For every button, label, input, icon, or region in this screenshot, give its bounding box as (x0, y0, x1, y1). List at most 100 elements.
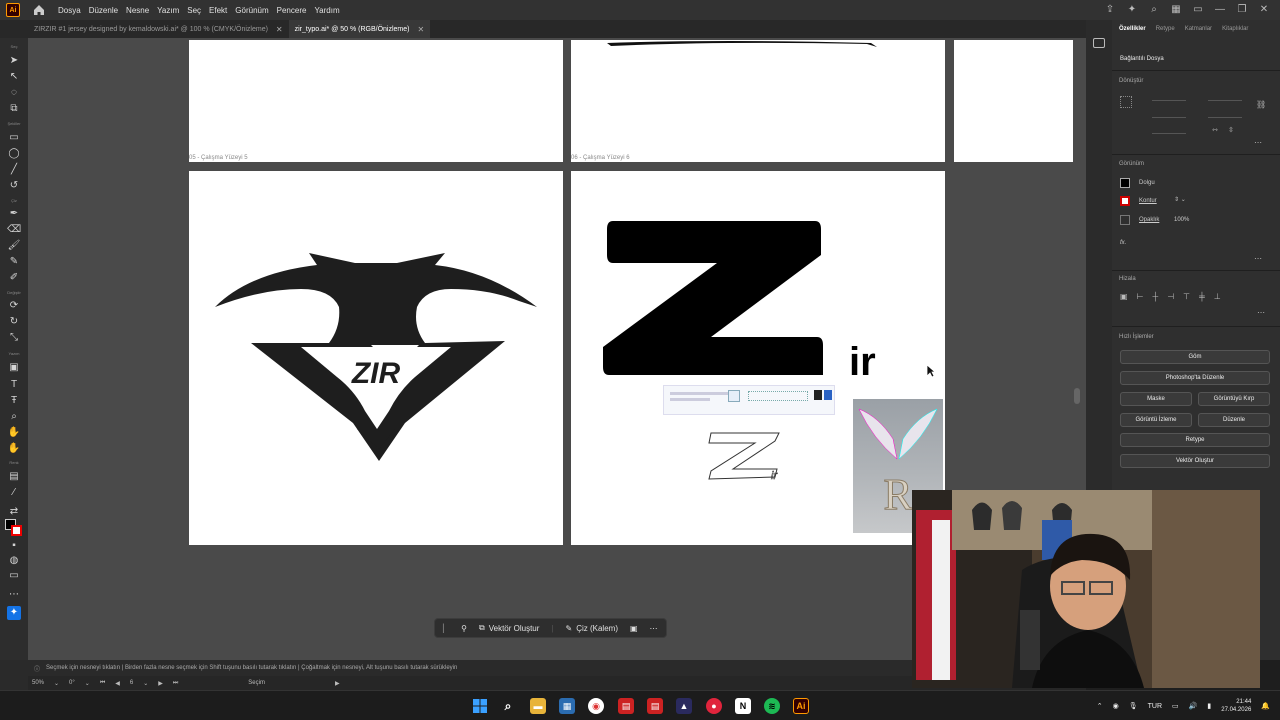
home-icon[interactable] (32, 3, 46, 17)
minimize-icon[interactable]: — (1214, 4, 1226, 16)
draw-pen-context-button[interactable]: ✎ Çiz (Kalem) (566, 624, 618, 633)
notification-icon[interactable]: 🔔 (1261, 702, 1270, 710)
illustrator-logo[interactable]: Ai (6, 3, 20, 17)
next-artboard-icon[interactable]: ▶ (158, 680, 163, 687)
tab-close-icon[interactable]: ✕ (276, 25, 283, 34)
taskbar-search-icon[interactable]: ⌕ (500, 698, 516, 714)
volume-icon[interactable]: 🔊 (1189, 702, 1198, 710)
windows-start-icon[interactable] (472, 698, 488, 714)
tab-retype[interactable]: Retype (1156, 26, 1175, 32)
align-middle-icon[interactable]: ╪ (1199, 292, 1205, 301)
menu-effect[interactable]: Efekt (209, 6, 227, 15)
tab-libraries[interactable]: Kitaplıklar (1222, 26, 1248, 32)
artboard-6-top[interactable] (571, 40, 945, 162)
retype-button[interactable]: Retype (1120, 433, 1270, 447)
file-explorer-icon[interactable]: ▬ (530, 698, 546, 714)
status-arrow-icon[interactable]: ▶ (335, 680, 340, 687)
menu-select[interactable]: Seç (187, 6, 201, 15)
selection-tool-icon[interactable]: ➤ (7, 55, 21, 67)
align-top-icon[interactable]: ⊤ (1183, 292, 1190, 301)
pen-tool-icon[interactable]: ✒ (7, 208, 21, 220)
app-red-1-icon[interactable]: ▤ (618, 698, 634, 714)
search-icon[interactable]: ⌕ (1148, 4, 1160, 16)
sketch-zir-image[interactable]: ir (705, 427, 805, 487)
swap-colors-icon[interactable]: ⇄ (7, 506, 21, 518)
illustrator-taskbar-icon[interactable]: Ai (793, 698, 809, 714)
pin-icon[interactable]: ⚲ (461, 624, 467, 633)
scale-tool-icon[interactable]: ⤡ (7, 332, 21, 344)
vectorize-context-button[interactable]: ⧉ Vektör Oluştur (479, 623, 539, 633)
prev-artboard-icon[interactable]: ◀ (115, 680, 120, 687)
language-indicator[interactable]: TUR (1148, 703, 1162, 710)
menu-file[interactable]: Dosya (58, 6, 81, 15)
opacity-label[interactable]: Opaklık (1139, 217, 1159, 223)
generative-tool-icon[interactable]: ✦ (7, 606, 21, 620)
mask-button[interactable]: Maske (1120, 392, 1192, 406)
image-trace-button[interactable]: Görüntü İzleme (1120, 413, 1192, 427)
arrange-icon[interactable]: ▭ (1192, 4, 1204, 16)
artboard-typography[interactable]: ir ir R (571, 171, 945, 545)
tab-layers[interactable]: Katmanlar (1185, 26, 1212, 32)
tab-properties[interactable]: Özellikler (1119, 26, 1146, 32)
artboard-5-top[interactable] (189, 40, 563, 162)
zir-emblem[interactable]: ZIR (189, 171, 563, 545)
app-vpn-icon[interactable]: ▲ (676, 698, 692, 714)
direct-selection-tool-icon[interactable]: ↖ (7, 71, 21, 83)
gradient-tool-icon[interactable]: ▣ (7, 362, 21, 374)
last-artboard-icon[interactable]: ⏭ (173, 680, 178, 687)
workspace-icon[interactable]: ▦ (1170, 4, 1182, 16)
zoom-dropdown-icon[interactable]: ⌄ (54, 680, 59, 687)
more-options-icon[interactable]: ⋯ (1254, 254, 1262, 263)
app-record-icon[interactable]: ● (706, 698, 722, 714)
microphone-tray-icon[interactable]: 🎙 (1129, 702, 1138, 710)
align-left-icon[interactable]: ⊢ (1137, 292, 1144, 301)
fill-swatch[interactable] (1120, 178, 1130, 188)
constrain-icon[interactable]: ⛓ (1256, 100, 1266, 109)
brush-tool-icon[interactable]: 🖌 (7, 240, 21, 252)
edit-button[interactable]: Düzenle (1198, 413, 1270, 427)
ellipse-tool-icon[interactable]: ◯ (7, 148, 21, 160)
shaper-tool-icon[interactable]: ↺ (7, 180, 21, 192)
color-mode-icon[interactable]: ▪ (7, 540, 21, 552)
menu-window[interactable]: Pencere (277, 6, 307, 15)
store-icon[interactable]: ▦ (559, 698, 575, 714)
more-options-icon[interactable]: ⋯ (1257, 308, 1265, 317)
comments-icon[interactable] (1093, 38, 1105, 48)
draw-mode-icon[interactable]: ◍ (7, 555, 21, 567)
angle-field[interactable] (1152, 126, 1186, 134)
artboard-emblem[interactable]: ZIR (189, 171, 563, 545)
fill-stroke-swatch[interactable] (5, 519, 23, 537)
tab-close-icon[interactable]: ✕ (418, 25, 425, 34)
menu-edit[interactable]: Düzenle (89, 6, 118, 15)
tab-zir-typo[interactable]: zir_typo.ai* @ 50 % (RGB/Önizleme) ✕ (288, 20, 431, 38)
share-icon[interactable]: ⇪ (1104, 4, 1116, 16)
menu-type[interactable]: Yazım (157, 6, 179, 15)
flip-horizontal-icon[interactable]: ⇿ (1212, 126, 1218, 134)
y-field[interactable] (1152, 110, 1186, 118)
flip-vertical-icon[interactable]: ⇳ (1228, 126, 1234, 134)
reflect-tool-icon[interactable]: ↻ (7, 316, 21, 328)
align-center-icon[interactable]: ┼ (1153, 292, 1159, 301)
tray-chevron-icon[interactable]: ⌃ (1097, 702, 1103, 710)
artboard-tool-icon[interactable]: ⧉ (7, 103, 21, 115)
lasso-tool-icon[interactable]: ◌ (7, 87, 21, 99)
more-options-icon[interactable]: ⋯ (1254, 138, 1262, 147)
artboard-number[interactable]: 6 (130, 680, 133, 686)
x-field[interactable] (1152, 93, 1186, 101)
drag-handle-icon[interactable]: ▏ (443, 624, 449, 633)
rotate-tool-icon[interactable]: ⟳ (7, 300, 21, 312)
menu-object[interactable]: Nesne (126, 6, 149, 15)
close-icon[interactable]: ✕ (1258, 4, 1270, 16)
more-tools-icon[interactable]: ⋯ (7, 589, 21, 601)
w-field[interactable] (1208, 93, 1242, 101)
vertical-scrollbar[interactable] (1074, 388, 1080, 404)
opacity-value[interactable]: 100% (1174, 217, 1189, 223)
type-tool-icon[interactable]: T (7, 379, 21, 391)
edit-in-photoshop-button[interactable]: Photoshop'ta Düzenle (1120, 371, 1270, 385)
rectangle-tool-icon[interactable]: ▭ (7, 132, 21, 144)
discover-icon[interactable]: ✦ (1126, 4, 1138, 16)
zoom-tool-icon[interactable]: ⌕ (7, 411, 21, 423)
notion-icon[interactable]: N (735, 698, 751, 714)
rotate-view-icon[interactable]: ✋ (7, 443, 21, 455)
stroke-weight-dropdown[interactable]: ⇕ ⌄ (1174, 196, 1210, 206)
